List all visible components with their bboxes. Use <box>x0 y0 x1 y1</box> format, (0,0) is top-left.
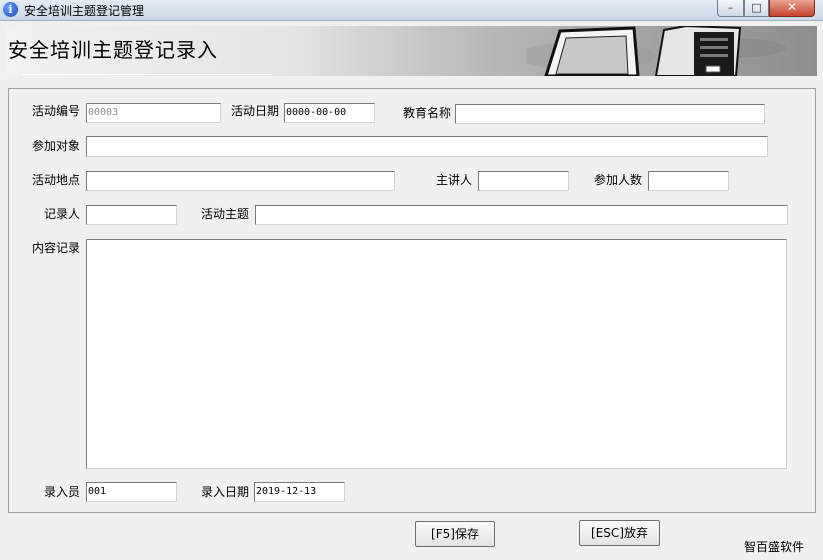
activity-date-label: 活动日期 <box>231 104 280 118</box>
cancel-button[interactable]: [ESC]放弃 <box>579 520 660 546</box>
content-textarea[interactable] <box>86 239 787 469</box>
window-title-bar[interactable]: i 安全培训主题登记管理 – □ ✕ <box>0 0 823 21</box>
recorder-label: 记录人 <box>44 207 81 221</box>
activity-date-field[interactable]: 0000-00-00 <box>284 103 375 123</box>
activity-no-field[interactable]: 00003 <box>86 103 221 123</box>
participants-label: 参加对象 <box>32 139 81 153</box>
education-name-field[interactable] <box>455 104 765 124</box>
banner-divider <box>22 74 272 75</box>
theme-field[interactable] <box>255 205 788 225</box>
speaker-field[interactable] <box>478 171 569 191</box>
page-title: 安全培训主题登记录入 <box>8 38 218 62</box>
activity-no-label: 活动编号 <box>32 104 81 118</box>
header-banner: 安全培训主题登记录入 <box>6 26 817 76</box>
location-label: 活动地点 <box>32 173 81 187</box>
participants-field[interactable] <box>86 136 768 157</box>
recorder-field[interactable] <box>86 205 177 225</box>
close-button[interactable]: ✕ <box>769 0 815 17</box>
entry-date-label: 录入日期 <box>201 485 250 499</box>
theme-label: 活动主题 <box>201 207 250 221</box>
app-info-icon: i <box>3 2 18 17</box>
education-name-label: 教育名称 <box>403 106 452 120</box>
entry-person-field[interactable]: 001 <box>86 482 177 502</box>
computer-illustration-icon <box>526 26 786 76</box>
content-label: 内容记录 <box>32 241 81 255</box>
maximize-button[interactable]: □ <box>744 0 769 17</box>
brand-label: 智百盛软件 <box>744 540 805 554</box>
attendee-count-field[interactable] <box>648 171 729 191</box>
minimize-button[interactable]: – <box>717 0 744 17</box>
window-title: 安全培训主题登记管理 <box>24 4 145 18</box>
speaker-label: 主讲人 <box>436 173 473 187</box>
attendee-count-label: 参加人数 <box>594 173 643 187</box>
save-button[interactable]: [F5]保存 <box>415 521 495 547</box>
entry-person-label: 录入员 <box>44 485 81 499</box>
entry-date-field[interactable]: 2019-12-13 <box>254 482 345 502</box>
location-field[interactable] <box>86 171 395 191</box>
